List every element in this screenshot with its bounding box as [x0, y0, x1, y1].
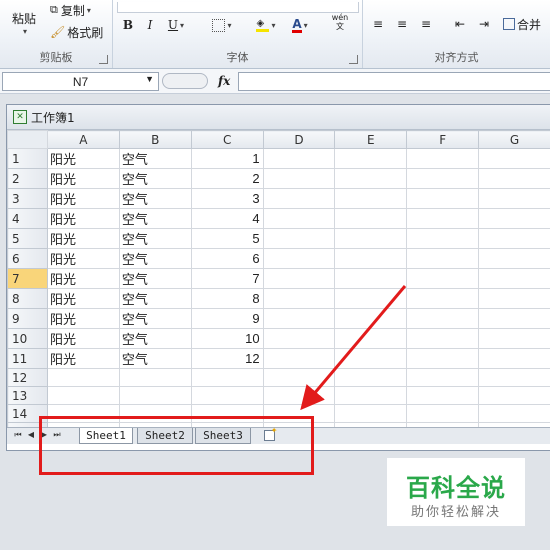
annotation-highlight-box [39, 416, 314, 475]
watermark-subtitle: 助你轻松解决 [410, 505, 501, 520]
watermark-logo: 百科全说 助你轻松解决 [387, 458, 525, 526]
watermark-title: 百科全说 [406, 474, 506, 502]
